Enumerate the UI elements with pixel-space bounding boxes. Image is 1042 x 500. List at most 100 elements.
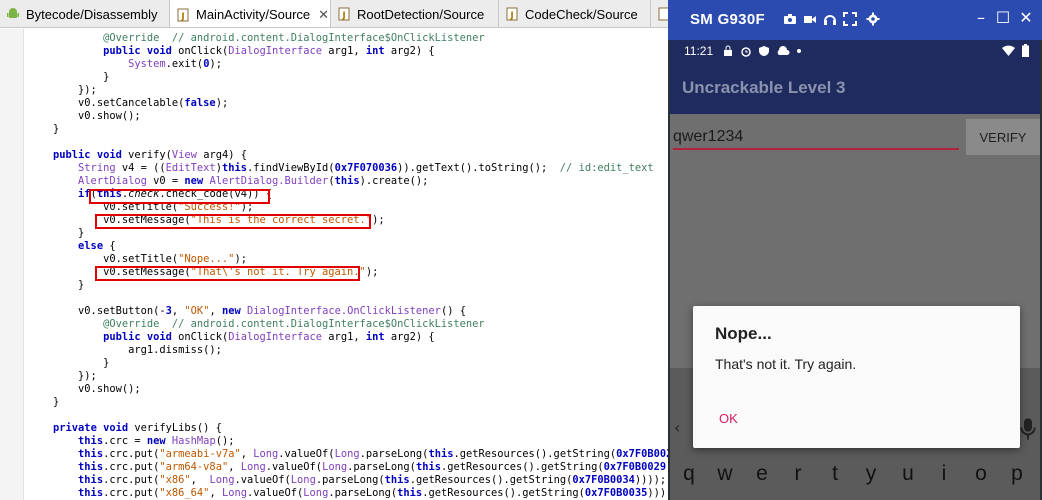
headset-icon[interactable]	[823, 12, 837, 26]
code-token: new	[221, 305, 247, 317]
code-token: }	[28, 357, 110, 369]
code-token: Long	[290, 474, 316, 486]
tab-overflow[interactable]	[651, 0, 668, 27]
code-token: .parseLong(	[328, 487, 398, 499]
camera-icon[interactable]	[783, 12, 797, 26]
code-token: Long	[334, 448, 360, 460]
key-r[interactable]: r	[783, 462, 813, 486]
close-icon[interactable]: ✕	[318, 7, 329, 23]
emulator-titlebar: SM G930F – ☐ ✕	[668, 0, 1042, 40]
code-token: DialogInterface	[228, 45, 323, 57]
code-token: String	[78, 162, 116, 174]
tab-mainactivity-source[interactable]: J MainActivity/Source ✕	[170, 0, 331, 27]
code-editor[interactable]: @Override // android.content.DialogInter…	[0, 29, 668, 500]
code-token: arg1,	[322, 331, 366, 343]
code-line: public void onClick(DialogInterface arg1…	[28, 331, 668, 344]
phone-screen[interactable]: 11:21 Uncrackable Level 3 VERIFY ‹ q w e…	[670, 40, 1040, 500]
code-token: Long	[253, 448, 279, 460]
code-token: Long	[240, 461, 266, 473]
dialog-title: Nope...	[715, 324, 772, 343]
code-token: "armeabi-v7a"	[159, 448, 241, 460]
key-i[interactable]: i	[929, 462, 959, 486]
code-token: this	[78, 474, 104, 486]
secret-input[interactable]	[673, 126, 959, 150]
tab-codecheck-source[interactable]: J CodeCheck/Source	[499, 0, 651, 27]
code-token: ,	[209, 487, 222, 499]
maximize-button[interactable]: ☐	[994, 9, 1012, 27]
code-line: v0.show();	[28, 110, 668, 123]
android-icon	[6, 7, 20, 21]
code-token: HashMap	[171, 435, 216, 447]
key-q[interactable]: q	[674, 462, 704, 486]
code-token: .getResources().getString(	[453, 448, 617, 460]
code-token: this	[415, 461, 441, 473]
code-token: this	[397, 487, 423, 499]
code-token: this	[78, 435, 104, 447]
key-t[interactable]: t	[820, 462, 850, 486]
code-token: ))));	[647, 487, 668, 499]
key-y[interactable]: y	[856, 462, 886, 486]
code-token: this	[78, 487, 104, 499]
key-p[interactable]: p	[1002, 462, 1032, 486]
fullscreen-icon[interactable]	[843, 12, 857, 26]
key-o[interactable]: o	[966, 462, 996, 486]
code-line: this.crc.put("x86", Long.valueOf(Long.pa…	[28, 474, 668, 487]
alert-dialog: Nope... That's not it. Try again. OK	[693, 306, 1020, 448]
code-token: .crc.put(	[103, 461, 160, 473]
tab-bytecode-disassembly[interactable]: Bytecode/Disassembly	[0, 0, 170, 27]
code-line: arg1.dismiss();	[28, 344, 668, 357]
svg-text:J: J	[509, 11, 513, 21]
chevron-left-icon[interactable]: ‹	[674, 418, 690, 440]
code-token: onClick(	[178, 45, 229, 57]
video-icon[interactable]	[803, 12, 817, 26]
code-token: ,	[190, 474, 210, 486]
code-line: this.crc.put("arm64-v8a", Long.valueOf(L…	[28, 461, 668, 474]
microphone-icon[interactable]	[1020, 418, 1036, 440]
code-token: // id:edit_text	[559, 162, 654, 174]
close-button[interactable]: ✕	[1017, 9, 1035, 27]
code-token: }	[28, 123, 60, 135]
code-token: v0.setTitle(	[28, 253, 179, 265]
gear-icon[interactable]	[866, 12, 880, 26]
svg-text:J: J	[180, 12, 184, 22]
code-token: ();	[215, 435, 235, 447]
code-token: int	[365, 331, 385, 343]
key-w[interactable]: w	[710, 462, 740, 486]
key-e[interactable]: e	[747, 462, 777, 486]
verify-button[interactable]: VERIFY	[966, 119, 1040, 155]
code-line: v0.setCancelable(false);	[28, 97, 668, 110]
code-token: this	[78, 461, 104, 473]
code-token: .findViewById(	[246, 162, 335, 174]
app-title: Uncrackable Level 3	[682, 78, 846, 97]
android-emulator: SM G930F – ☐ ✕ 11:21 Uncrackable Level 3…	[668, 0, 1042, 500]
code-token: .valueOf(	[265, 461, 323, 473]
ok-button[interactable]: OK	[719, 411, 738, 426]
code-line: this.crc = new HashMap();	[28, 435, 668, 448]
code-line: public void onClick(DialogInterface arg1…	[28, 45, 668, 58]
code-token: arg1,	[322, 45, 366, 57]
key-u[interactable]: u	[893, 462, 923, 486]
code-token: Long	[303, 487, 329, 499]
code-token: .crc =	[103, 435, 147, 447]
code-token: }	[28, 396, 60, 408]
highlight-nope-message	[95, 266, 360, 281]
code-token: int	[365, 45, 385, 57]
minimize-button[interactable]: –	[972, 9, 990, 27]
code-token: );	[234, 253, 247, 265]
code-token: new	[146, 435, 172, 447]
tab-rootdetection-source[interactable]: J RootDetection/Source	[331, 0, 499, 27]
code-token: "OK"	[184, 305, 210, 317]
code-token: .crc.put(	[103, 448, 160, 460]
alarm-icon	[741, 47, 751, 57]
battery-icon	[1022, 44, 1029, 57]
code-line: public void verify(View arg4) {	[28, 149, 668, 162]
code-token: public void	[53, 149, 129, 161]
